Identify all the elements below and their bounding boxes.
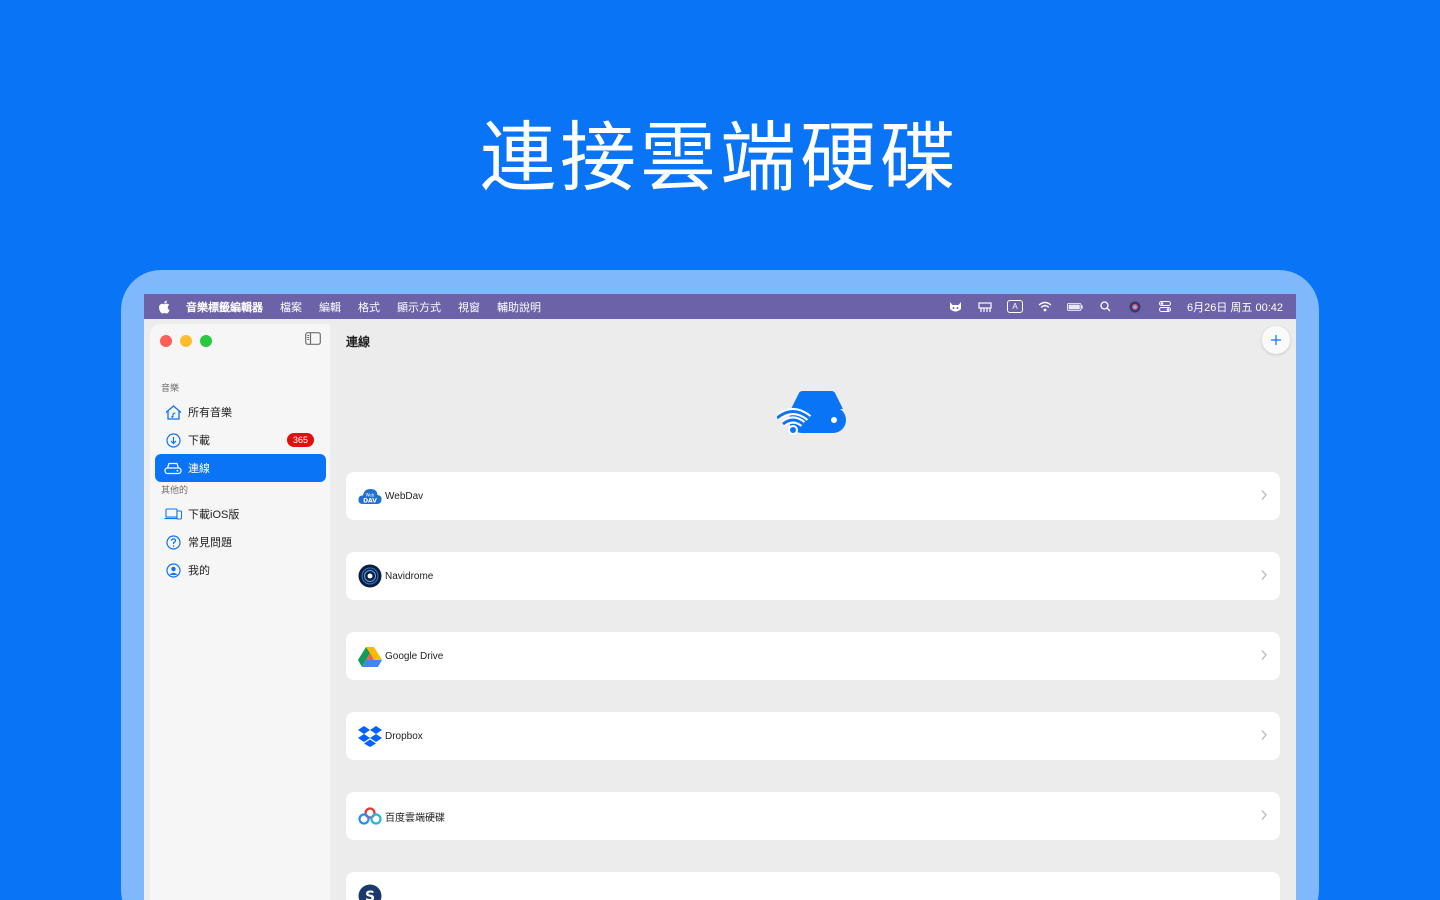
sidebar-item-label: 下載iOS版 (188, 509, 240, 521)
download-count-badge: 365 (286, 433, 314, 447)
google-drive-icon (358, 644, 382, 668)
window-controls (160, 335, 212, 347)
partial-service-icon: S (358, 884, 382, 900)
plus-icon (1271, 335, 1281, 345)
sidebar-item-all-music[interactable]: 所有音樂 (155, 398, 326, 426)
menu-file[interactable]: 檔案 (280, 299, 302, 315)
person-circle-icon (164, 561, 182, 579)
service-row-google-drive[interactable]: Google Drive (346, 632, 1280, 680)
menu-help[interactable]: 輔助說明 (497, 299, 541, 315)
memory-icon[interactable] (977, 300, 993, 314)
service-row-navidrome[interactable]: Navidrome (346, 552, 1280, 600)
download-circle-icon (164, 431, 182, 449)
service-label: Dropbox (385, 730, 423, 742)
service-label: WebDav (385, 490, 424, 502)
control-center-icon[interactable] (1157, 300, 1173, 314)
chevron-right-icon (1261, 650, 1267, 660)
chevron-right-icon (1261, 490, 1267, 500)
chevron-right-icon (1261, 810, 1267, 820)
cloud-drive-hero-icon (774, 389, 847, 437)
laptop-phone-icon (164, 505, 182, 523)
sidebar-item-download-ios[interactable]: 下載iOS版 (155, 500, 326, 528)
dropbox-icon (358, 724, 382, 748)
menu-format[interactable]: 格式 (358, 299, 380, 315)
navidrome-icon (358, 564, 382, 588)
sidebar-toggle-icon[interactable] (305, 332, 321, 346)
service-row-partial[interactable]: S (346, 872, 1280, 900)
question-circle-icon (164, 533, 182, 551)
baidu-cloud-icon (358, 804, 382, 828)
add-connection-button[interactable] (1262, 326, 1290, 354)
menu-bar: 音樂標籤編輯器 檔案 編輯 格式 顯示方式 視窗 輔助說明 A 6月26日 周五… (144, 294, 1296, 319)
sidebar: 音樂 所有音樂 下載 365 連線 其他的 下載iOS版 常見問題 我的 (150, 324, 330, 900)
sidebar-item-label: 連線 (188, 463, 210, 475)
zoom-window-button[interactable] (200, 335, 212, 347)
sidebar-item-label: 所有音樂 (188, 407, 232, 419)
sidebar-item-me[interactable]: 我的 (155, 556, 326, 584)
sidebar-item-downloads[interactable]: 下載 365 (155, 426, 326, 454)
mac-screen: 音樂標籤編輯器 檔案 編輯 格式 顯示方式 視窗 輔助說明 A 6月26日 周五… (144, 294, 1296, 900)
svg-text:DAV: DAV (363, 498, 377, 505)
siri-icon[interactable] (1127, 300, 1143, 314)
service-label: Navidrome (385, 570, 434, 582)
section-music-label: 音樂 (161, 383, 180, 393)
close-window-button[interactable] (160, 335, 172, 347)
wifi-icon[interactable] (1037, 300, 1053, 314)
apple-menu-icon[interactable] (158, 300, 172, 314)
sidebar-item-label: 我的 (188, 565, 210, 577)
spotlight-search-icon[interactable] (1097, 300, 1113, 314)
menu-view[interactable]: 顯示方式 (397, 299, 441, 315)
drive-icon (164, 459, 182, 477)
battery-icon[interactable] (1067, 300, 1083, 314)
menubar-clock[interactable]: 6月26日 周五 00:42 (1187, 299, 1283, 315)
webdav-icon: Web DAV (358, 484, 382, 508)
menu-window[interactable]: 視窗 (458, 299, 480, 315)
sidebar-item-label: 下載 (188, 435, 210, 447)
app-window: 音樂 所有音樂 下載 365 連線 其他的 下載iOS版 常見問題 我的 連線 … (145, 319, 1296, 900)
service-label: 百度雲端硬碟 (385, 812, 445, 824)
menu-app-name[interactable]: 音樂標籤編輯器 (186, 299, 263, 315)
input-method-icon[interactable]: A (1007, 300, 1023, 314)
service-row-baidu[interactable]: 百度雲端硬碟 (346, 792, 1280, 840)
sidebar-item-label: 常見問題 (188, 537, 232, 549)
sidebar-item-faq[interactable]: 常見問題 (155, 528, 326, 556)
service-label: Google Drive (385, 650, 444, 662)
chevron-right-icon (1261, 730, 1267, 740)
page-title: 連線 (346, 335, 371, 349)
sidebar-item-connections[interactable]: 連線 (155, 454, 326, 482)
cat-icon[interactable] (947, 300, 963, 314)
service-row-dropbox[interactable]: Dropbox (346, 712, 1280, 760)
section-other-label: 其他的 (161, 485, 189, 495)
headline: 連接雲端硬碟 (480, 113, 960, 202)
svg-text:S: S (365, 889, 375, 900)
input-method-label: A (1007, 300, 1023, 313)
chevron-right-icon (1261, 570, 1267, 580)
minimize-window-button[interactable] (180, 335, 192, 347)
menu-edit[interactable]: 編輯 (319, 299, 341, 315)
service-row-webdav[interactable]: Web DAV WebDav (346, 472, 1280, 520)
status-area: A 6月26日 周五 00:42 (947, 299, 1283, 315)
home-music-icon (164, 403, 182, 421)
